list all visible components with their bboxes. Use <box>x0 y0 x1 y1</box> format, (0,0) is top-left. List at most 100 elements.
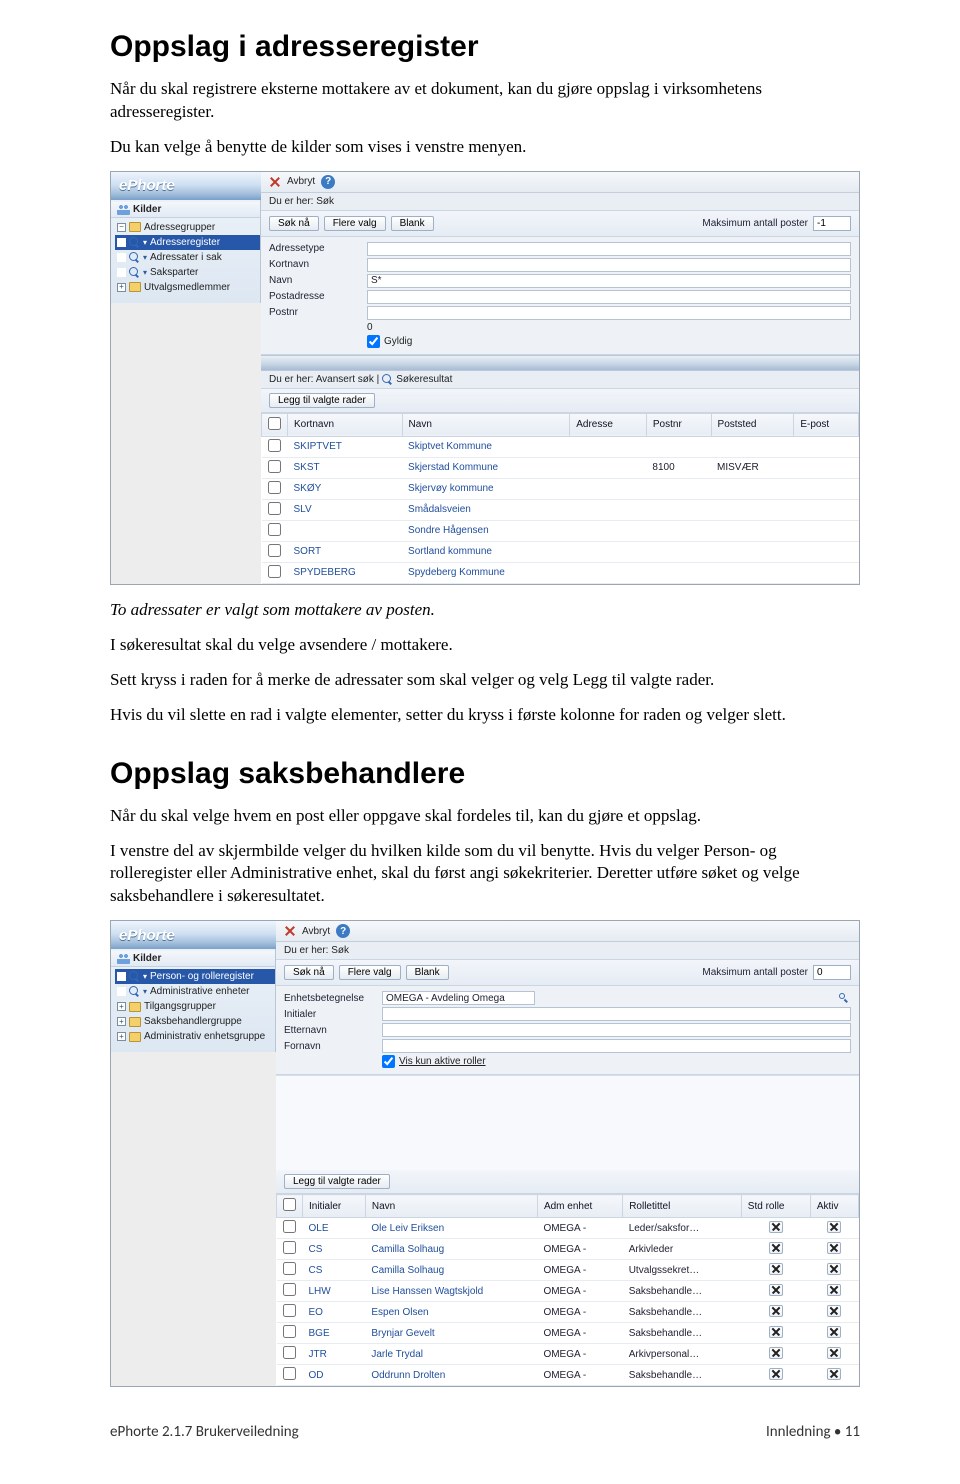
flere-valg-button[interactable]: Flere valg <box>324 216 386 231</box>
cell: Spydeberg Kommune <box>402 562 570 583</box>
toolbar-avbryt[interactable]: Avbryt <box>302 926 330 937</box>
table-row[interactable]: SKSTSkjerstad Kommune8100MISVÆR <box>262 457 859 478</box>
lookup-icon[interactable] <box>838 992 850 1004</box>
row-checkbox[interactable] <box>283 1304 296 1317</box>
vis-kun-checkbox[interactable] <box>382 1055 395 1068</box>
gyldig-checkbox[interactable] <box>367 335 380 348</box>
row-checkbox[interactable] <box>268 481 281 494</box>
table-row[interactable]: ODOddrunn DroltenOMEGA -Saksbehandle… <box>277 1365 859 1386</box>
help-icon[interactable]: ? <box>321 175 335 189</box>
tree-expand-icon[interactable]: + <box>117 1032 126 1041</box>
column-header[interactable]: Rolletittel <box>623 1195 742 1218</box>
sidebar-item[interactable]: ▾Adressater i sak <box>115 250 260 265</box>
paragraph: Du kan velge å benytte de kilder som vis… <box>110 136 860 159</box>
row-checkbox[interactable] <box>283 1346 296 1359</box>
cell-aktiv <box>810 1260 858 1281</box>
select-all-checkbox[interactable] <box>283 1198 296 1211</box>
form-input-initialer[interactable] <box>382 1007 851 1021</box>
table-row[interactable]: SLVSmådalsveien <box>262 499 859 520</box>
form-input-postnr[interactable] <box>367 306 851 320</box>
table-row[interactable]: OLEOle Leiv EriksenOMEGA -Leder/saksfor… <box>277 1218 859 1239</box>
column-header[interactable]: Adm enhet <box>537 1195 622 1218</box>
table-row[interactable]: SKIPTVETSkiptvet Kommune <box>262 436 859 457</box>
sidebar-item[interactable]: ▾Adresseregister <box>115 235 260 250</box>
sok-na-button[interactable]: Søk nå <box>269 216 319 231</box>
flere-valg-button[interactable]: Flere valg <box>339 965 401 980</box>
x-icon <box>769 1263 783 1275</box>
table-row[interactable]: SORTSortland kommune <box>262 541 859 562</box>
table-row[interactable]: CSCamilla SolhaugOMEGA -Utvalgssekret… <box>277 1260 859 1281</box>
cell <box>646 520 711 541</box>
sidebar-item[interactable]: +Utvalgsmedlemmer <box>115 280 260 295</box>
form-input-navn[interactable] <box>367 274 851 288</box>
form-label: Enhetsbetegnelse <box>284 993 376 1004</box>
row-checkbox[interactable] <box>268 502 281 515</box>
tree-expand-icon[interactable]: + <box>117 1002 126 1011</box>
max-posts-input[interactable] <box>813 216 851 231</box>
column-header[interactable] <box>262 413 288 436</box>
help-icon[interactable]: ? <box>336 924 350 938</box>
tree-expand-icon[interactable]: − <box>117 223 126 232</box>
cell-std-rolle <box>741 1281 810 1302</box>
table-row[interactable]: Sondre Hågensen <box>262 520 859 541</box>
tree-expand-icon[interactable]: + <box>117 283 126 292</box>
row-checkbox[interactable] <box>283 1325 296 1338</box>
close-icon[interactable] <box>269 176 281 188</box>
close-icon[interactable] <box>284 925 296 937</box>
column-header[interactable]: Initialer <box>303 1195 366 1218</box>
row-checkbox[interactable] <box>283 1283 296 1296</box>
column-header[interactable]: E-post <box>794 413 859 436</box>
column-header[interactable]: Std rolle <box>741 1195 810 1218</box>
column-header[interactable]: Adresse <box>570 413 647 436</box>
table-row[interactable]: BGEBrynjar GeveltOMEGA -Saksbehandle… <box>277 1323 859 1344</box>
toolbar-avbryt[interactable]: Avbryt <box>287 176 315 187</box>
column-header[interactable]: Navn <box>365 1195 537 1218</box>
sidebar-item[interactable]: −Adressegrupper <box>115 220 260 235</box>
row-checkbox[interactable] <box>283 1262 296 1275</box>
legg-til-button[interactable]: Legg til valgte rader <box>269 393 375 408</box>
sidebar-item[interactable]: +Tilgangsgrupper <box>115 999 275 1014</box>
form-input-adressetype[interactable] <box>367 242 851 256</box>
row-checkbox[interactable] <box>268 523 281 536</box>
breadcrumb-results: Du er her: Avansert søk | Søkeresultat <box>261 371 859 389</box>
sidebar-item[interactable]: +Administrativ enhetsgruppe <box>115 1029 275 1044</box>
max-posts-input[interactable] <box>813 965 851 980</box>
column-header[interactable]: Postnr <box>646 413 711 436</box>
table-row[interactable]: JTRJarle TrydalOMEGA -Arkivpersonal… <box>277 1344 859 1365</box>
sidebar-item[interactable]: ▾Person- og rolleregister <box>115 969 275 984</box>
form-input-etternavn[interactable] <box>382 1023 851 1037</box>
form-input-postadresse[interactable] <box>367 290 851 304</box>
legg-til-button[interactable]: Legg til valgte rader <box>284 1174 390 1189</box>
row-checkbox[interactable] <box>283 1241 296 1254</box>
sidebar-item[interactable]: ▾Administrative enheter <box>115 984 275 999</box>
cell-std-rolle <box>741 1239 810 1260</box>
tree-expand-icon[interactable]: + <box>117 1017 126 1026</box>
results-toolbar: Legg til valgte rader <box>261 389 859 413</box>
screenshot-caption: To adressater er valgt som mottakere av … <box>110 599 860 622</box>
row-checkbox[interactable] <box>268 544 281 557</box>
table-row[interactable]: EOEspen OlsenOMEGA -Saksbehandle… <box>277 1302 859 1323</box>
form-input-kortnavn[interactable] <box>367 258 851 272</box>
column-header[interactable]: Navn <box>402 413 570 436</box>
column-header[interactable] <box>277 1195 303 1218</box>
table-row[interactable]: SPYDEBERGSpydeberg Kommune <box>262 562 859 583</box>
sok-na-button[interactable]: Søk nå <box>284 965 334 980</box>
row-checkbox[interactable] <box>268 565 281 578</box>
column-header[interactable]: Poststed <box>711 413 794 436</box>
form-input-enhetsbetegnelse[interactable] <box>382 991 535 1005</box>
row-checkbox[interactable] <box>283 1220 296 1233</box>
column-header[interactable]: Kortnavn <box>288 413 403 436</box>
row-checkbox[interactable] <box>283 1367 296 1380</box>
row-checkbox[interactable] <box>268 460 281 473</box>
column-header[interactable]: Aktiv <box>810 1195 858 1218</box>
blank-button[interactable]: Blank <box>391 216 434 231</box>
table-row[interactable]: SKØYSkjervøy kommune <box>262 478 859 499</box>
sidebar-item[interactable]: +Saksbehandlergruppe <box>115 1014 275 1029</box>
select-all-checkbox[interactable] <box>268 417 281 430</box>
sidebar-item[interactable]: ▾Saksparter <box>115 265 260 280</box>
blank-button[interactable]: Blank <box>406 965 449 980</box>
table-row[interactable]: CSCamilla SolhaugOMEGA -Arkivleder <box>277 1239 859 1260</box>
row-checkbox[interactable] <box>268 439 281 452</box>
form-input-fornavn[interactable] <box>382 1039 851 1053</box>
table-row[interactable]: LHWLise Hanssen WagtskjoldOMEGA -Saksbeh… <box>277 1281 859 1302</box>
